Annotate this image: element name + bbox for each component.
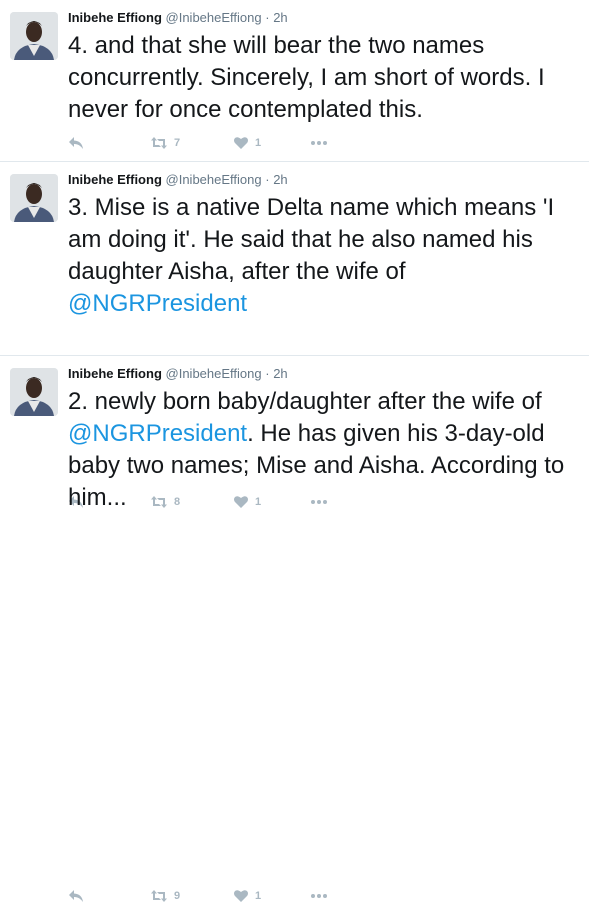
reply-icon bbox=[69, 890, 83, 902]
author-name[interactable]: Inibehe Effiong bbox=[68, 10, 162, 25]
avatar[interactable] bbox=[10, 368, 58, 416]
tweet-text: 2. newly born baby/daughter after the wi… bbox=[68, 386, 578, 514]
profile-photo bbox=[10, 174, 58, 222]
tweet-feed: Inibehe Effiong @InibeheEffiong · 2h 4. … bbox=[0, 0, 589, 902]
author-name[interactable]: Inibehe Effiong bbox=[68, 366, 162, 381]
tweet-actions: 9 1 bbox=[68, 886, 538, 906]
tweet-text-body: 4. and that she will bear the two names … bbox=[68, 32, 545, 123]
separator: · bbox=[265, 366, 270, 381]
tweet-actions: 7 1 bbox=[68, 133, 538, 153]
mention-link[interactable]: @NGRPresident bbox=[68, 290, 247, 317]
like-button[interactable]: 1 bbox=[233, 886, 261, 906]
avatar[interactable] bbox=[10, 174, 58, 222]
author-handle[interactable]: @InibeheEffiong bbox=[166, 366, 262, 381]
tweet-header: Inibehe Effiong @InibeheEffiong · 2h bbox=[68, 172, 288, 188]
retweet-button[interactable]: 9 bbox=[150, 886, 180, 906]
retweet-button[interactable]: 7 bbox=[150, 133, 180, 153]
retweet-count: 7 bbox=[174, 137, 181, 149]
like-count: 1 bbox=[255, 137, 262, 149]
timestamp[interactable]: 2h bbox=[273, 366, 287, 381]
mention-link[interactable]: @NGRPresident bbox=[68, 420, 247, 447]
retweet-count: 9 bbox=[174, 890, 181, 902]
tweet-text-body: 3. Mise is a native Delta name which mea… bbox=[68, 194, 555, 285]
tweet-text: 3. Mise is a native Delta name which mea… bbox=[68, 192, 578, 320]
more-icon bbox=[311, 141, 327, 145]
profile-photo bbox=[10, 12, 58, 60]
author-handle[interactable]: @InibeheEffiong bbox=[166, 172, 262, 187]
separator: · bbox=[265, 10, 270, 25]
tweet[interactable]: Inibehe Effiong @InibeheEffiong · 2h 2. … bbox=[0, 356, 589, 902]
more-icon bbox=[311, 894, 327, 898]
author-handle[interactable]: @InibeheEffiong bbox=[166, 10, 262, 25]
more-button[interactable] bbox=[310, 133, 328, 153]
reply-button[interactable] bbox=[68, 133, 84, 153]
like-count: 1 bbox=[255, 890, 262, 902]
tweet[interactable]: Inibehe Effiong @InibeheEffiong · 2h 3. … bbox=[0, 162, 589, 508]
like-button[interactable]: 1 bbox=[233, 133, 261, 153]
retweet-icon bbox=[151, 890, 167, 902]
heart-icon bbox=[234, 137, 248, 149]
more-button[interactable] bbox=[310, 886, 328, 906]
tweet-header: Inibehe Effiong @InibeheEffiong · 2h bbox=[68, 10, 288, 26]
author-name[interactable]: Inibehe Effiong bbox=[68, 172, 162, 187]
reply-button[interactable] bbox=[68, 886, 84, 906]
timestamp[interactable]: 2h bbox=[273, 172, 287, 187]
profile-photo bbox=[10, 368, 58, 416]
tweet-text: 4. and that she will bear the two names … bbox=[68, 30, 578, 126]
separator: · bbox=[265, 172, 270, 187]
tweet-header: Inibehe Effiong @InibeheEffiong · 2h bbox=[68, 366, 288, 382]
tweet[interactable]: Inibehe Effiong @InibeheEffiong · 2h 4. … bbox=[0, 0, 589, 162]
retweet-icon bbox=[151, 137, 167, 149]
tweet-text-body: 2. newly born baby/daughter after the wi… bbox=[68, 388, 542, 415]
timestamp[interactable]: 2h bbox=[273, 10, 287, 25]
reply-icon bbox=[69, 137, 83, 149]
avatar[interactable] bbox=[10, 12, 58, 60]
heart-icon bbox=[234, 890, 248, 902]
